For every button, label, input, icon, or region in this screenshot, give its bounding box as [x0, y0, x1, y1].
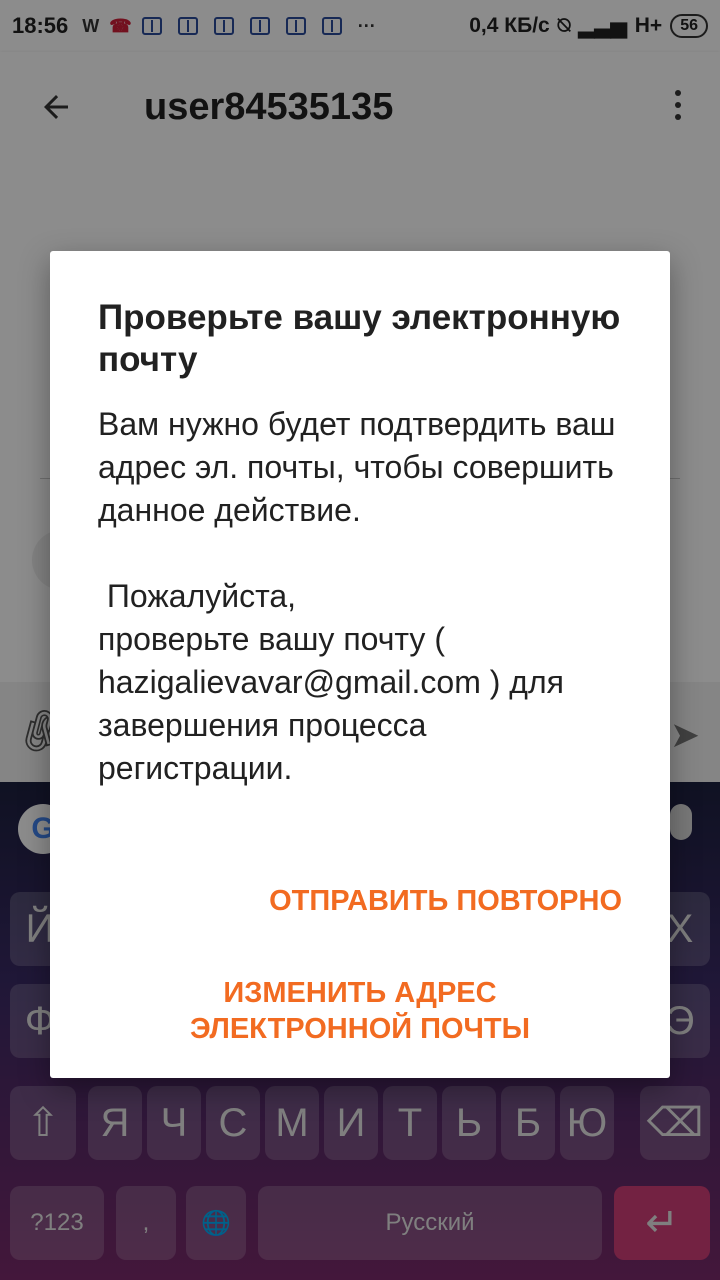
resend-button[interactable]: ОТПРАВИТЬ ПОВТОРНО [269, 883, 622, 919]
dialog-body: Вам нужно будет подтвердить ваш адрес эл… [98, 403, 622, 790]
verify-email-dialog: Проверьте вашу электронную почту Вам нуж… [50, 251, 670, 1078]
change-email-button[interactable]: ИЗМЕНИТЬ АДРЕС ЭЛЕКТРОННОЙ ПОЧТЫ [50, 975, 670, 1047]
dialog-body-text: Пожалуйста, [98, 578, 297, 614]
dialog-body-text: Вам нужно будет подтвердить ваш адрес эл… [98, 406, 616, 528]
dialog-title: Проверьте вашу электронную почту [98, 298, 621, 379]
dialog-body-text: проверьте вашу почту ( hazigalievavar@gm… [98, 621, 564, 786]
